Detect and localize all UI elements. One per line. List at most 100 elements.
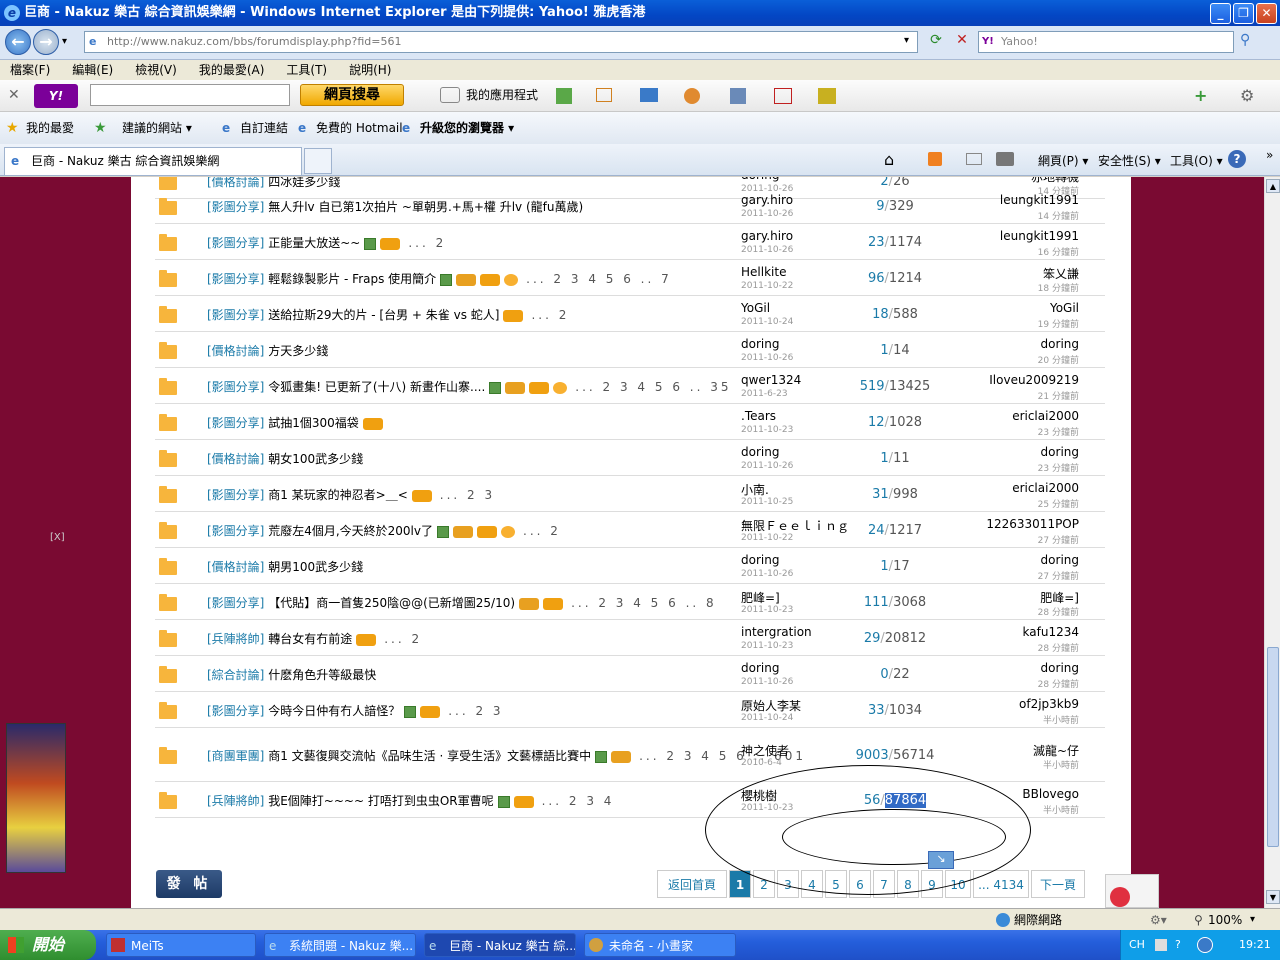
forward-button[interactable]: → xyxy=(33,29,59,55)
thread-title-link[interactable]: 朝女100武多少錢 xyxy=(268,452,363,466)
news-icon[interactable] xyxy=(596,88,612,102)
thread-category-link[interactable]: [影圖分享] xyxy=(207,200,264,214)
thread-title-link[interactable]: 商1 文藝復興交流帖《品味生活 · 享受生活》文藝標語比賽中 xyxy=(268,749,591,763)
thread-category-link[interactable]: [影圖分享] xyxy=(207,596,264,610)
thread-author[interactable]: .Tears xyxy=(741,409,776,423)
new-post-button[interactable]: 發 帖 xyxy=(156,870,222,898)
last-poster[interactable]: 肥峰=] xyxy=(1040,589,1079,606)
mail-icon[interactable] xyxy=(640,88,658,102)
fav-hotmail[interactable]: 免費的 Hotmail xyxy=(316,112,403,144)
yahoo-search-field[interactable] xyxy=(90,84,290,106)
calendar-icon[interactable] xyxy=(774,88,792,104)
settings-gear-icon[interactable]: ⚙ xyxy=(1240,86,1254,105)
last-poster[interactable]: doring xyxy=(1041,337,1079,351)
last-poster[interactable]: of2jp3kb9 xyxy=(1019,697,1079,711)
scroll-down-icon[interactable]: ▼ xyxy=(1266,890,1280,904)
thread-author[interactable]: 神之使者 xyxy=(741,742,789,759)
back-to-top-icon[interactable] xyxy=(1105,874,1159,908)
thread-author[interactable]: Hellkite xyxy=(741,265,786,279)
thread-author[interactable]: intergration xyxy=(741,625,812,639)
maximize-button[interactable]: ❐ xyxy=(1233,3,1254,24)
thread-author[interactable]: doring xyxy=(741,445,779,459)
scroll-up-icon[interactable]: ▲ xyxy=(1266,179,1280,193)
thread-title-link[interactable]: 令狐畫集! 已更新了(十八) 新畫作山寨.... xyxy=(268,380,485,394)
home-icon[interactable]: ⌂ xyxy=(884,150,894,169)
language-indicator[interactable]: CH xyxy=(1129,930,1145,960)
protected-mode-icon[interactable]: ⚙▾ xyxy=(1150,909,1167,931)
last-poster[interactable]: YoGil xyxy=(1050,301,1079,315)
thread-category-link[interactable]: [影圖分享] xyxy=(207,488,264,502)
thread-title-link[interactable]: 什麽角色升等級最快 xyxy=(268,668,376,682)
thread-title-link[interactable]: 方天多少錢 xyxy=(268,344,328,358)
thread-pages[interactable]: ... 2 3 4 5 6 .. 8 xyxy=(571,596,717,610)
last-poster[interactable]: Iloveu2009219 xyxy=(989,373,1079,387)
thread-pages[interactable]: ... 2 3 4 5 6 .. 7 xyxy=(526,272,672,286)
thread-author[interactable]: doring xyxy=(741,337,779,351)
safety-menu[interactable]: 安全性(S) ▾ xyxy=(1098,152,1161,169)
thread-pages[interactable]: ... 2 3 xyxy=(440,488,495,502)
rss-icon[interactable] xyxy=(928,152,942,166)
my-apps-button[interactable]: 我的應用程式 xyxy=(440,84,540,106)
thread-pages[interactable]: ... 2 xyxy=(523,524,561,538)
thread-title-link[interactable]: 送給拉斯29大的片 - [台男 + 朱雀 vs 蛇人] xyxy=(268,308,499,322)
keyboard-icon[interactable] xyxy=(1155,939,1167,951)
thread-title-link[interactable]: 試抽1個300福袋 xyxy=(268,416,359,430)
thread-author[interactable]: doring xyxy=(741,177,779,182)
thread-category-link[interactable]: [影圖分享] xyxy=(207,524,264,538)
fav-upgrade-browser[interactable]: 升級您的瀏覽器 ▾ xyxy=(420,112,514,144)
more-chevron-icon[interactable]: » xyxy=(1266,148,1273,162)
thread-category-link[interactable]: [影圖分享] xyxy=(207,380,264,394)
last-poster[interactable]: doring xyxy=(1041,445,1079,459)
web-search-button[interactable]: 網頁搜尋 xyxy=(300,84,404,106)
widget-icon[interactable] xyxy=(818,88,836,104)
thread-title-link[interactable]: 今時今日仲有冇人諳怪？ xyxy=(268,704,400,718)
thread-pages[interactable]: ... 2 xyxy=(531,308,569,322)
thread-pages[interactable]: ... 2 3 xyxy=(448,704,503,718)
thread-author[interactable]: doring xyxy=(741,661,779,675)
task-paint[interactable]: 未命名 - 小畫家 xyxy=(584,933,736,957)
last-poster[interactable]: 122633011POP xyxy=(986,517,1079,531)
tools-menu[interactable]: 工具(O) ▾ xyxy=(1170,152,1223,169)
yahoo-logo-icon[interactable]: Y! xyxy=(34,84,78,108)
last-poster[interactable]: ericlai2000 xyxy=(1012,481,1079,495)
last-poster[interactable]: ericlai2000 xyxy=(1012,409,1079,423)
menu-file[interactable]: 檔案(F) xyxy=(10,63,50,77)
tray-arrow-icon[interactable] xyxy=(1197,937,1213,953)
thread-category-link[interactable]: [價格討論] xyxy=(207,452,264,466)
thread-title-link[interactable]: 輕鬆錄製影片 - Fraps 使用簡介 xyxy=(268,272,436,286)
search-input[interactable]: Y! Yahoo! xyxy=(978,31,1234,53)
resize-handle-icon[interactable]: ↘ xyxy=(928,851,954,869)
task-system-issue[interactable]: e 系統問題 - Nakuz 樂... xyxy=(264,933,416,957)
thread-author[interactable]: 原始人李某 xyxy=(741,697,801,714)
thread-title-link[interactable]: 商1 某玩家的神忍者>＿< xyxy=(268,488,408,502)
thread-title-link[interactable]: 轉台女有冇前途 xyxy=(268,632,352,646)
history-dropdown-icon[interactable]: ▾ xyxy=(62,36,67,47)
thread-author[interactable]: 肥峰=] xyxy=(741,589,780,606)
url-dropdown-icon[interactable]: ▾ xyxy=(904,35,909,46)
add-favorite-icon[interactable]: ★ xyxy=(94,112,107,144)
vertical-scrollbar[interactable]: ▲ ▼ xyxy=(1264,177,1280,908)
scroll-thumb[interactable] xyxy=(1267,647,1279,847)
thread-category-link[interactable]: [價格討論] xyxy=(207,344,264,358)
last-poster[interactable]: kafu1234 xyxy=(1023,625,1079,639)
side-ad-banner[interactable] xyxy=(6,723,66,873)
last-poster[interactable]: 笨乂謙 xyxy=(1043,265,1079,282)
thread-pages[interactable]: ... 2 xyxy=(384,632,422,646)
last-poster[interactable]: BBlovego xyxy=(1022,787,1079,801)
thread-category-link[interactable]: [影圖分享] xyxy=(207,416,264,430)
help-tray-icon[interactable]: ? xyxy=(1175,930,1181,960)
thread-category-link[interactable]: [影圖分享] xyxy=(207,272,264,286)
back-button[interactable]: ← xyxy=(5,29,31,55)
thread-author[interactable]: gary.hiro xyxy=(741,193,793,207)
refresh-icon[interactable]: ⟳ xyxy=(926,32,946,52)
thread-title-link[interactable]: 荒廢左4個月,今天終於200lv了 xyxy=(268,524,433,538)
help-icon[interactable]: ? xyxy=(1228,150,1246,168)
menu-favorites[interactable]: 我的最愛(A) xyxy=(199,63,265,77)
thread-author[interactable]: qwer1324 xyxy=(741,373,801,387)
plus-icon[interactable]: + xyxy=(1194,86,1207,105)
thread-author[interactable]: gary.hiro xyxy=(741,229,793,243)
thread-category-link[interactable]: [綜合討論] xyxy=(207,668,264,682)
task-nakuz[interactable]: e 巨商 - Nakuz 樂古 綜... xyxy=(424,933,576,957)
close-window-button[interactable]: ✕ xyxy=(1256,3,1277,24)
thread-category-link[interactable]: [價格討論] xyxy=(207,560,264,574)
